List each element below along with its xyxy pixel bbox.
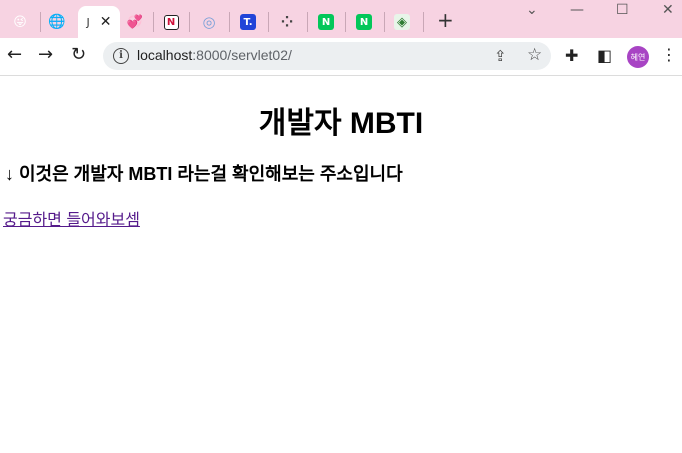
tab-divider	[268, 12, 269, 32]
tab-search-dropdown-icon[interactable]: ⌄	[526, 2, 538, 18]
extensions-icon[interactable]: ✚	[565, 46, 578, 65]
t-logo-icon: T.	[240, 14, 256, 30]
url-text[interactable]: localhost:8000/servlet02/	[137, 47, 292, 63]
forward-arrow-icon[interactable]: →	[38, 46, 53, 64]
tab-active[interactable]: J ✕	[78, 6, 120, 38]
globe-icon: 🌐	[48, 14, 66, 30]
page-title: 개발자 MBTI	[258, 107, 424, 140]
tab-11[interactable]: ◈	[391, 6, 413, 38]
url-host: localhost	[137, 47, 193, 63]
tab-divider	[307, 12, 308, 32]
hearts-icon: 💞	[126, 14, 144, 30]
tab-4[interactable]: 💞	[124, 6, 146, 38]
page-content: 개발자 MBTI ↓ 이것은 개발자 MBTI 라는걸 확인해보는 주소입니다 …	[0, 76, 682, 453]
share-icon[interactable]: ⇪	[494, 47, 507, 65]
naver-icon: N	[356, 14, 372, 30]
address-bar[interactable]: i localhost:8000/servlet02/ ⇪ ☆	[103, 42, 551, 70]
tab-divider	[345, 12, 346, 32]
map-icon: ◈	[394, 14, 410, 30]
close-window-button[interactable]: ✕	[662, 2, 674, 18]
tab-9[interactable]: N	[315, 6, 337, 38]
url-path: :8000/servlet02/	[192, 47, 292, 63]
maximize-button[interactable]: ☐	[616, 2, 629, 18]
reload-icon[interactable]: ↻	[71, 46, 86, 64]
n-logo-icon: N	[163, 14, 179, 30]
close-tab-icon[interactable]: ✕	[100, 14, 112, 30]
bookmark-star-icon[interactable]: ☆	[527, 45, 542, 65]
minimize-button[interactable]: —	[570, 2, 584, 18]
menu-kebab-icon[interactable]: ⋮	[661, 45, 677, 64]
enter-link[interactable]: 궁금하면 들어와보셈	[3, 206, 140, 230]
tab-divider	[189, 12, 190, 32]
tab-divider	[153, 12, 154, 32]
site-info-icon[interactable]: i	[113, 48, 129, 64]
tab-divider	[384, 12, 385, 32]
browser-toolbar: ← → ↻ i localhost:8000/servlet02/ ⇪ ☆ ✚ …	[0, 38, 682, 76]
back-arrow-icon[interactable]: ←	[7, 46, 22, 64]
new-tab-button[interactable]: +	[437, 10, 454, 30]
profile-avatar[interactable]: 혜연	[627, 46, 649, 68]
tab-10[interactable]: N	[353, 6, 375, 38]
tab-8[interactable]: ⁘	[276, 6, 298, 38]
tab-divider	[229, 12, 230, 32]
page-icon: J	[86, 15, 90, 29]
side-panel-icon[interactable]: ◧	[597, 46, 612, 65]
tab-1[interactable]: 😜	[8, 6, 32, 38]
tab-strip: 😜 🌐 J ✕ 💞 N ◎ T. ⁘ N N ◈ + ⌄ — ☐ ✕	[0, 0, 682, 38]
tab-5[interactable]: N	[160, 6, 182, 38]
tab-divider	[40, 12, 41, 32]
tab-7[interactable]: T.	[237, 6, 259, 38]
tab-2[interactable]: 🌐	[47, 6, 67, 38]
dots-icon: ⁘	[280, 13, 294, 31]
colorful-circle-icon: ◎	[202, 13, 216, 31]
tab-6[interactable]: ◎	[198, 6, 220, 38]
page-subtitle: ↓ 이것은 개발자 MBTI 라는걸 확인해보는 주소입니다	[5, 164, 403, 184]
tab-divider	[423, 12, 424, 32]
emoji-face-icon: 😜	[13, 14, 27, 30]
naver-icon: N	[318, 14, 334, 30]
